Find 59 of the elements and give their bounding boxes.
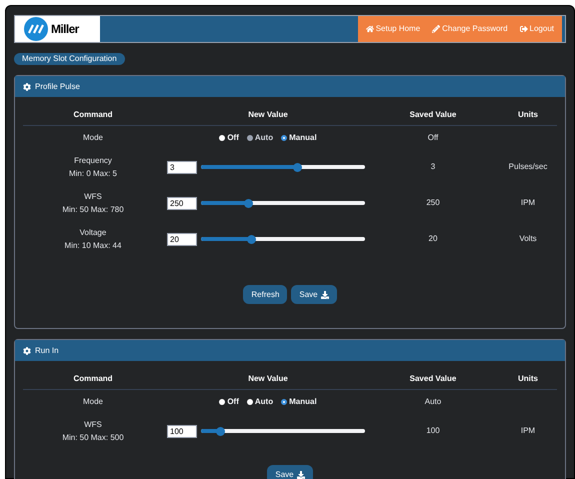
- home-icon: [366, 25, 374, 33]
- range-label: Min: 50 Max: 780: [62, 204, 124, 216]
- radio-option[interactable]: Manual: [281, 396, 317, 408]
- memory-slot-button[interactable]: Memory Slot Configuration: [14, 53, 125, 65]
- units-label: IPM: [520, 197, 536, 209]
- radio-option[interactable]: Auto: [246, 396, 274, 408]
- command-label: Mode: [82, 396, 103, 408]
- column-header: New Value: [247, 373, 289, 385]
- slider-track[interactable]: [201, 201, 365, 205]
- gear-icon: [23, 82, 31, 90]
- column-header: Command: [72, 373, 114, 385]
- units-label: IPM: [520, 425, 536, 437]
- slider-thumb[interactable]: [216, 426, 226, 436]
- download-icon: [296, 470, 305, 478]
- radio-option[interactable]: Manual: [281, 132, 317, 144]
- saved-value: 3: [430, 161, 436, 173]
- range-label: Min: 50 Max: 500: [62, 432, 124, 444]
- slider-thumb[interactable]: [247, 234, 256, 244]
- units-label: Volts: [518, 233, 538, 245]
- column-header: Units: [517, 373, 539, 385]
- gear-icon: [23, 346, 31, 354]
- value-input[interactable]: 3: [167, 160, 197, 174]
- command-label: WFS: [84, 191, 102, 203]
- command-label: Frequency: [74, 155, 112, 167]
- save-button[interactable]: Save: [291, 285, 337, 304]
- save-button[interactable]: Save: [267, 465, 313, 479]
- slider-thumb[interactable]: [293, 162, 302, 172]
- logo-text: Miller: [51, 21, 79, 38]
- column-header: Saved Value: [408, 373, 458, 385]
- slider-track[interactable]: [201, 165, 365, 169]
- command-label: Voltage: [80, 227, 106, 239]
- range-label: Min: 10 Max: 44: [64, 240, 122, 252]
- column-header: Command: [72, 109, 114, 121]
- slider-thumb[interactable]: [244, 198, 254, 208]
- panel-title: Run In: [35, 344, 59, 356]
- radio-option[interactable]: Off: [219, 132, 239, 144]
- column-header: Units: [517, 109, 539, 121]
- saved-value: Off: [426, 132, 440, 144]
- refresh-button[interactable]: Refresh: [243, 285, 288, 304]
- radio-option[interactable]: Off: [219, 396, 239, 408]
- saved-value: 250: [425, 197, 441, 209]
- value-input[interactable]: 250: [167, 196, 197, 210]
- saved-value: Auto: [424, 396, 442, 408]
- column-header: Saved Value: [408, 109, 458, 121]
- command-label: WFS: [84, 419, 102, 431]
- value-input[interactable]: 20: [167, 232, 197, 246]
- pencil-icon: [432, 25, 440, 33]
- range-label: Min: 0 Max: 5: [68, 168, 117, 180]
- slider-track[interactable]: [201, 429, 365, 433]
- panel-title: Profile Pulse: [35, 80, 80, 92]
- saved-value: 100: [425, 425, 441, 437]
- command-label: Mode: [82, 132, 103, 144]
- units-label: Pulses/sec: [508, 161, 548, 173]
- saved-value: 20: [428, 233, 438, 245]
- value-input[interactable]: 100: [167, 424, 197, 438]
- download-icon: [320, 290, 329, 298]
- logout-icon: [520, 25, 528, 33]
- column-header: New Value: [247, 109, 289, 121]
- slider-track[interactable]: [201, 237, 365, 241]
